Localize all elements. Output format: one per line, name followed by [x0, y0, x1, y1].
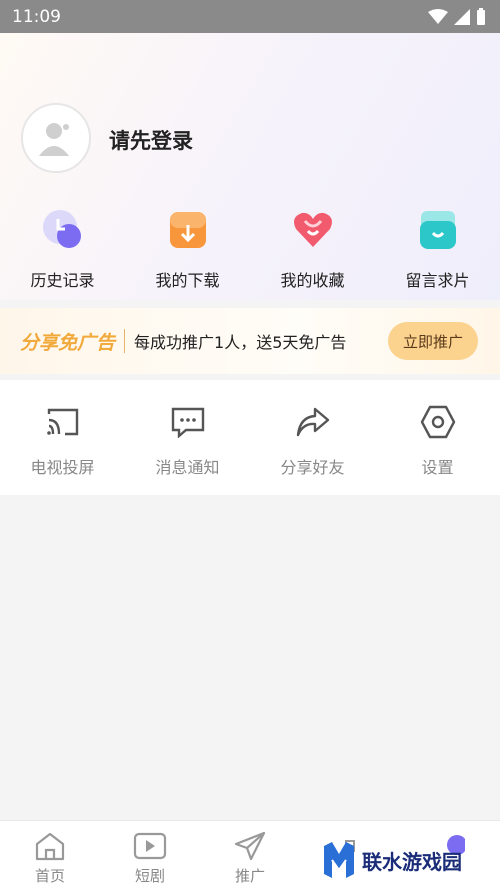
watermark-text: 联水游戏园 — [362, 849, 462, 874]
quick-actions: 历史记录 我的下载 我的收藏 留言求片 — [0, 205, 500, 295]
quick-item-label: 留言求片 — [405, 271, 470, 290]
cast-icon — [43, 402, 83, 442]
download-icon — [163, 205, 213, 255]
promote-now-button[interactable]: 立即推广 — [388, 322, 478, 360]
quick-item-favorites[interactable]: 我的收藏 — [250, 205, 375, 295]
status-time: 11:09 — [12, 6, 61, 27]
watermark: 联水游戏园 — [322, 836, 492, 884]
send-icon — [232, 829, 268, 863]
tab-promote[interactable]: 推广 — [200, 821, 300, 888]
login-prompt[interactable]: 请先登录 — [109, 125, 193, 155]
tab-label: 推广 — [234, 867, 265, 885]
tool-cast[interactable]: 电视投屏 — [0, 380, 125, 495]
quick-item-request[interactable]: 留言求片 — [375, 205, 500, 295]
wifi-icon — [428, 8, 448, 24]
home-icon — [32, 829, 68, 863]
tools-panel: 电视投屏 消息通知 分享好友 设置 — [0, 380, 500, 495]
settings-icon — [418, 402, 458, 442]
tab-label: 首页 — [34, 867, 65, 885]
share-icon — [293, 402, 333, 442]
signal-icon — [454, 8, 470, 25]
quick-item-label: 我的下载 — [155, 271, 220, 290]
message-request-icon — [413, 205, 463, 255]
quick-item-history[interactable]: 历史记录 — [0, 205, 125, 295]
promo-divider — [124, 329, 126, 353]
favorite-heart-icon — [288, 205, 338, 255]
quick-item-label: 历史记录 — [30, 271, 95, 290]
content-empty-area — [0, 495, 500, 820]
status-bar: 11:09 — [0, 0, 500, 33]
tab-shorts[interactable]: 短剧 — [100, 821, 200, 888]
battery-icon — [477, 7, 485, 25]
quick-item-download[interactable]: 我的下载 — [125, 205, 250, 295]
promo-text: 每成功推广1人，送5天免广告 — [134, 333, 347, 352]
tool-share[interactable]: 分享好友 — [250, 380, 375, 495]
message-icon — [168, 402, 208, 442]
tab-label: 短剧 — [134, 867, 165, 885]
default-avatar-icon — [39, 123, 69, 156]
promo-title: 分享免广告 — [20, 331, 116, 354]
status-icons — [428, 7, 486, 26]
tool-label: 设置 — [421, 458, 454, 477]
promo-banner: 分享免广告 每成功推广1人，送5天免广告 立即推广 — [0, 308, 500, 374]
tab-home[interactable]: 首页 — [0, 821, 100, 888]
tool-label: 消息通知 — [155, 458, 220, 477]
tool-settings[interactable]: 设置 — [375, 380, 500, 495]
quick-item-label: 我的收藏 — [280, 271, 345, 290]
play-video-icon — [132, 829, 168, 863]
avatar[interactable] — [21, 103, 91, 173]
tool-messages[interactable]: 消息通知 — [125, 380, 250, 495]
history-icon — [38, 205, 88, 255]
watermark-logo-icon — [324, 842, 354, 878]
tool-label: 电视投屏 — [30, 458, 95, 477]
tool-label: 分享好友 — [280, 458, 345, 477]
